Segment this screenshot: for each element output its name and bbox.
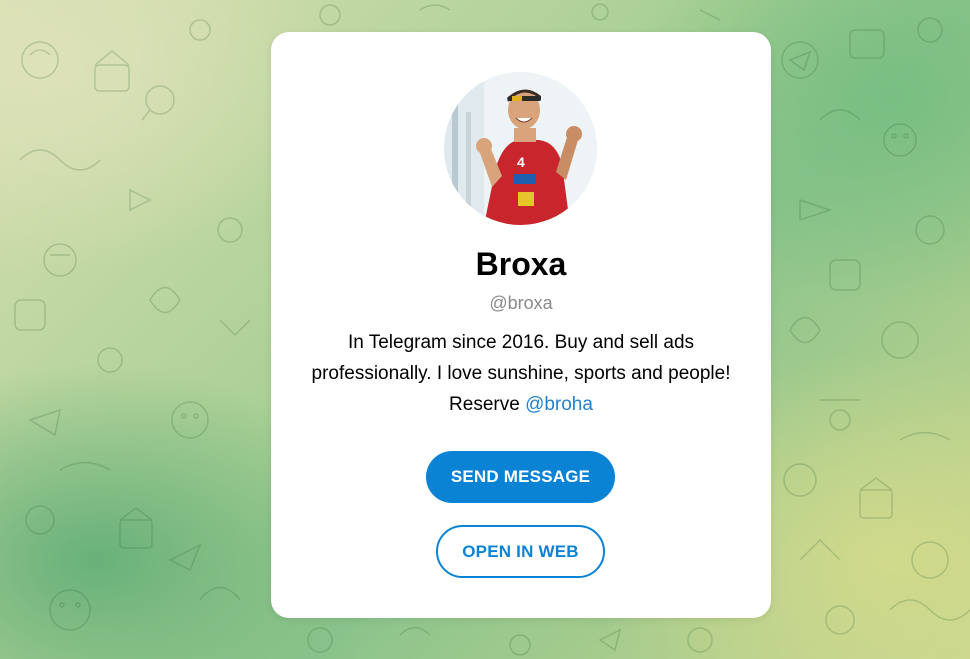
bio-text: In Telegram since 2016. Buy and sell ads… [311, 332, 731, 415]
bio-mention-link[interactable]: @broha [525, 394, 593, 415]
profile-bio: In Telegram since 2016. Buy and sell ads… [291, 327, 751, 420]
profile-card: 4 Broxa @broxa In Telegram since 2016. B… [271, 32, 771, 618]
open-in-web-button[interactable]: OPEN IN WEB [436, 525, 605, 578]
profile-name: Broxa [475, 246, 567, 282]
send-message-button[interactable]: SEND MESSAGE [426, 451, 615, 503]
profile-username: @broxa [489, 293, 553, 313]
profile-photo: 4 [444, 72, 597, 225]
svg-text:4: 4 [517, 154, 525, 170]
